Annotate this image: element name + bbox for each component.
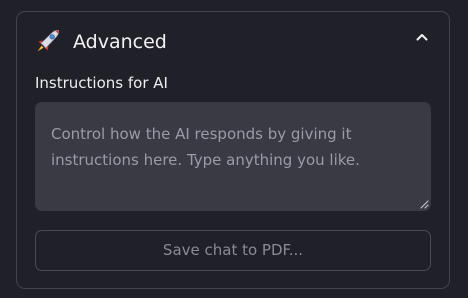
advanced-panel: Advanced Instructions for AI Control how…	[16, 11, 450, 289]
chevron-up-icon[interactable]	[415, 30, 429, 44]
advanced-section-header[interactable]: Advanced	[17, 12, 449, 74]
rocket-icon	[37, 30, 59, 52]
instructions-textarea[interactable]: Control how the AI responds by giving it…	[35, 102, 431, 211]
save-chat-pdf-button[interactable]: Save chat to PDF...	[35, 230, 431, 271]
resize-handle-icon[interactable]	[419, 199, 429, 209]
instructions-label: Instructions for AI	[35, 74, 168, 92]
advanced-title: Advanced	[73, 31, 167, 53]
instructions-placeholder: Control how the AI responds by giving it…	[51, 125, 360, 169]
